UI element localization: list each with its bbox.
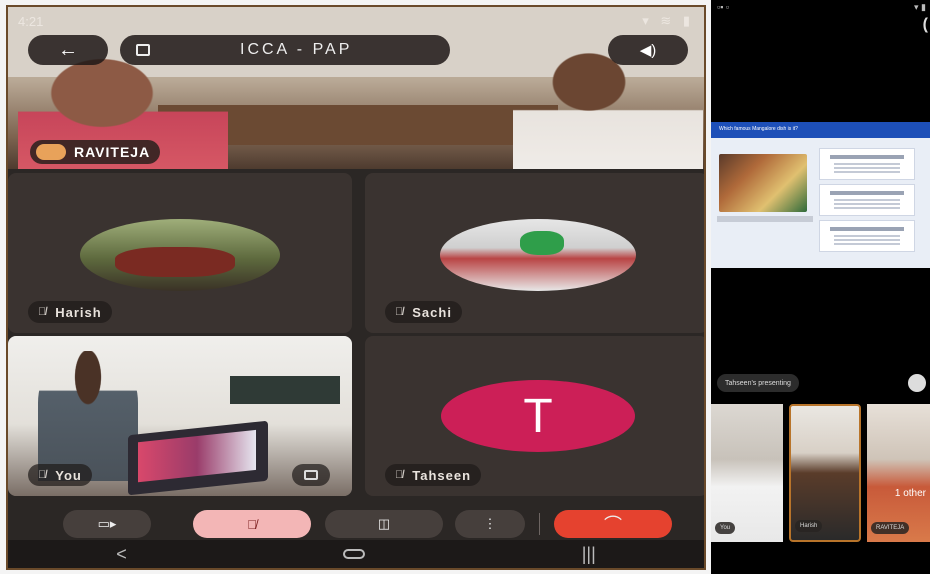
thumbnail-label: You bbox=[715, 522, 736, 534]
mic-off-icon: 🎙̸ bbox=[38, 306, 48, 318]
participant-initial-avatar: T bbox=[441, 380, 635, 452]
shared-screen-content: Which famous Mangalore dish is it? bbox=[711, 122, 930, 268]
quiz-dish-image bbox=[719, 154, 807, 212]
participant-thumbnail[interactable]: 1 other RAVITEJA bbox=[867, 404, 930, 542]
more-options-button[interactable]: ⋮ bbox=[455, 510, 525, 538]
left-phone-call-screen: 4:21 ▾ ≋ ▮ ← ICCA - PAP ◀) RAVITEJA 🎙̸ H… bbox=[6, 5, 706, 570]
more-vert-icon: ⋮ bbox=[483, 516, 497, 531]
participant-thumbnail-active[interactable]: Harish bbox=[789, 404, 861, 542]
participant-label: 🎙̸ Sachi bbox=[385, 301, 462, 323]
captions-icon: ◫ bbox=[377, 516, 391, 531]
featured-video-tile[interactable]: 4:21 ▾ ≋ ▮ ← ICCA - PAP ◀) RAVITEJA bbox=[8, 7, 704, 169]
right-phone-presentation-screen: ▫▪ ▫ ▾ ▮ ( Which famous Mangalore dish i… bbox=[711, 0, 930, 574]
nav-recents-icon[interactable]: ||| bbox=[582, 544, 596, 565]
call-controls-bar: ▭▸ 🎙̸ ◫ ⋮ ⌒ bbox=[33, 504, 683, 544]
presenting-label: Tahseen's presenting bbox=[725, 379, 791, 387]
thumbnail-label: Harish bbox=[795, 520, 823, 532]
speaker-icon: ◀) bbox=[639, 42, 657, 59]
active-speaker-name: RAVITEJA bbox=[74, 144, 151, 160]
video-person-self bbox=[38, 351, 138, 481]
other-count-label: 1 other bbox=[894, 488, 926, 499]
mic-off-icon: 🎙̸ bbox=[247, 516, 257, 532]
android-nav-bar: < ||| bbox=[8, 540, 704, 568]
mic-off-icon: 🎙̸ bbox=[38, 469, 48, 481]
nav-home-icon[interactable] bbox=[343, 549, 366, 559]
camera-switch-icon bbox=[304, 470, 318, 480]
phone-hangup-icon: ⌒ bbox=[604, 515, 622, 535]
status-bar: ▫▪ ▫ ▾ ▮ bbox=[717, 2, 926, 16]
status-icons-right: ▾ ▮ bbox=[914, 2, 926, 12]
quiz-question-bar: Which famous Mangalore dish is it? bbox=[711, 122, 930, 138]
quiz-option bbox=[819, 148, 915, 180]
controls-divider bbox=[539, 513, 540, 535]
captions-button[interactable]: ◫ bbox=[325, 510, 443, 538]
participant-tile-sachi[interactable]: 🎙̸ Sachi bbox=[365, 173, 704, 333]
laptop bbox=[128, 420, 268, 496]
status-time: 4:21 bbox=[18, 13, 44, 29]
thumbnail-label: RAVITEJA bbox=[871, 522, 910, 534]
camera-toggle-button[interactable]: ▭▸ bbox=[63, 510, 151, 538]
video-camera-icon: ▭▸ bbox=[97, 516, 117, 531]
participant-avatar-harish bbox=[80, 219, 280, 291]
back-button[interactable]: ← bbox=[28, 35, 108, 65]
meeting-title-pill[interactable]: ICCA - PAP bbox=[120, 35, 450, 65]
audio-output-button[interactable]: ◀) bbox=[608, 35, 688, 65]
mic-toggle-button[interactable]: 🎙̸ bbox=[193, 510, 311, 538]
meeting-title: ICCA - PAP bbox=[240, 41, 353, 58]
participant-name: Sachi bbox=[412, 304, 452, 320]
chalkboard bbox=[230, 376, 340, 404]
participant-label: 🎙̸ Harish bbox=[28, 301, 112, 323]
mic-off-icon: 🎙̸ bbox=[395, 306, 405, 318]
participant-avatar-sachi bbox=[440, 219, 636, 291]
arrow-left-icon: ← bbox=[58, 38, 78, 61]
participant-name: Harish bbox=[55, 304, 102, 320]
switch-camera-button[interactable] bbox=[292, 464, 330, 486]
participant-label: 🎙̸ You bbox=[28, 464, 92, 486]
participant-thumbnail[interactable]: You bbox=[711, 404, 783, 542]
participant-tile-tahseen[interactable]: T 🎙̸ Tahseen bbox=[365, 336, 704, 496]
participant-label: 🎙̸ Tahseen bbox=[385, 464, 482, 486]
end-call-button[interactable]: ⌒ bbox=[554, 510, 672, 538]
active-speaker-badge: RAVITEJA bbox=[30, 140, 161, 164]
status-icons: ▾ ≋ ▮ bbox=[642, 13, 694, 28]
mic-off-icon: 🎙̸ bbox=[395, 469, 405, 481]
participant-name: Tahseen bbox=[412, 467, 472, 483]
screenshot-canvas: 4:21 ▾ ≋ ▮ ← ICCA - PAP ◀) RAVITEJA 🎙̸ H… bbox=[0, 0, 930, 574]
speaking-indicator-icon bbox=[36, 144, 66, 160]
quiz-image-caption bbox=[717, 216, 813, 222]
status-icons-left: ▫▪ ▫ bbox=[717, 2, 730, 12]
participant-tile-harish[interactable]: 🎙̸ Harish bbox=[8, 173, 352, 333]
screen-corner-icon: ( bbox=[922, 16, 928, 33]
nav-back-icon[interactable]: < bbox=[116, 544, 127, 565]
video-person-right bbox=[513, 52, 703, 169]
participant-name: You bbox=[55, 467, 82, 483]
calendar-icon bbox=[136, 44, 150, 56]
quiz-option bbox=[819, 220, 915, 252]
participant-tile-you[interactable]: 🎙̸ You bbox=[8, 336, 352, 496]
more-options-icon[interactable] bbox=[908, 374, 926, 392]
presenting-chip[interactable]: Tahseen's presenting bbox=[717, 374, 799, 392]
quiz-option bbox=[819, 184, 915, 216]
status-bar: 4:21 ▾ ≋ ▮ bbox=[18, 11, 694, 31]
